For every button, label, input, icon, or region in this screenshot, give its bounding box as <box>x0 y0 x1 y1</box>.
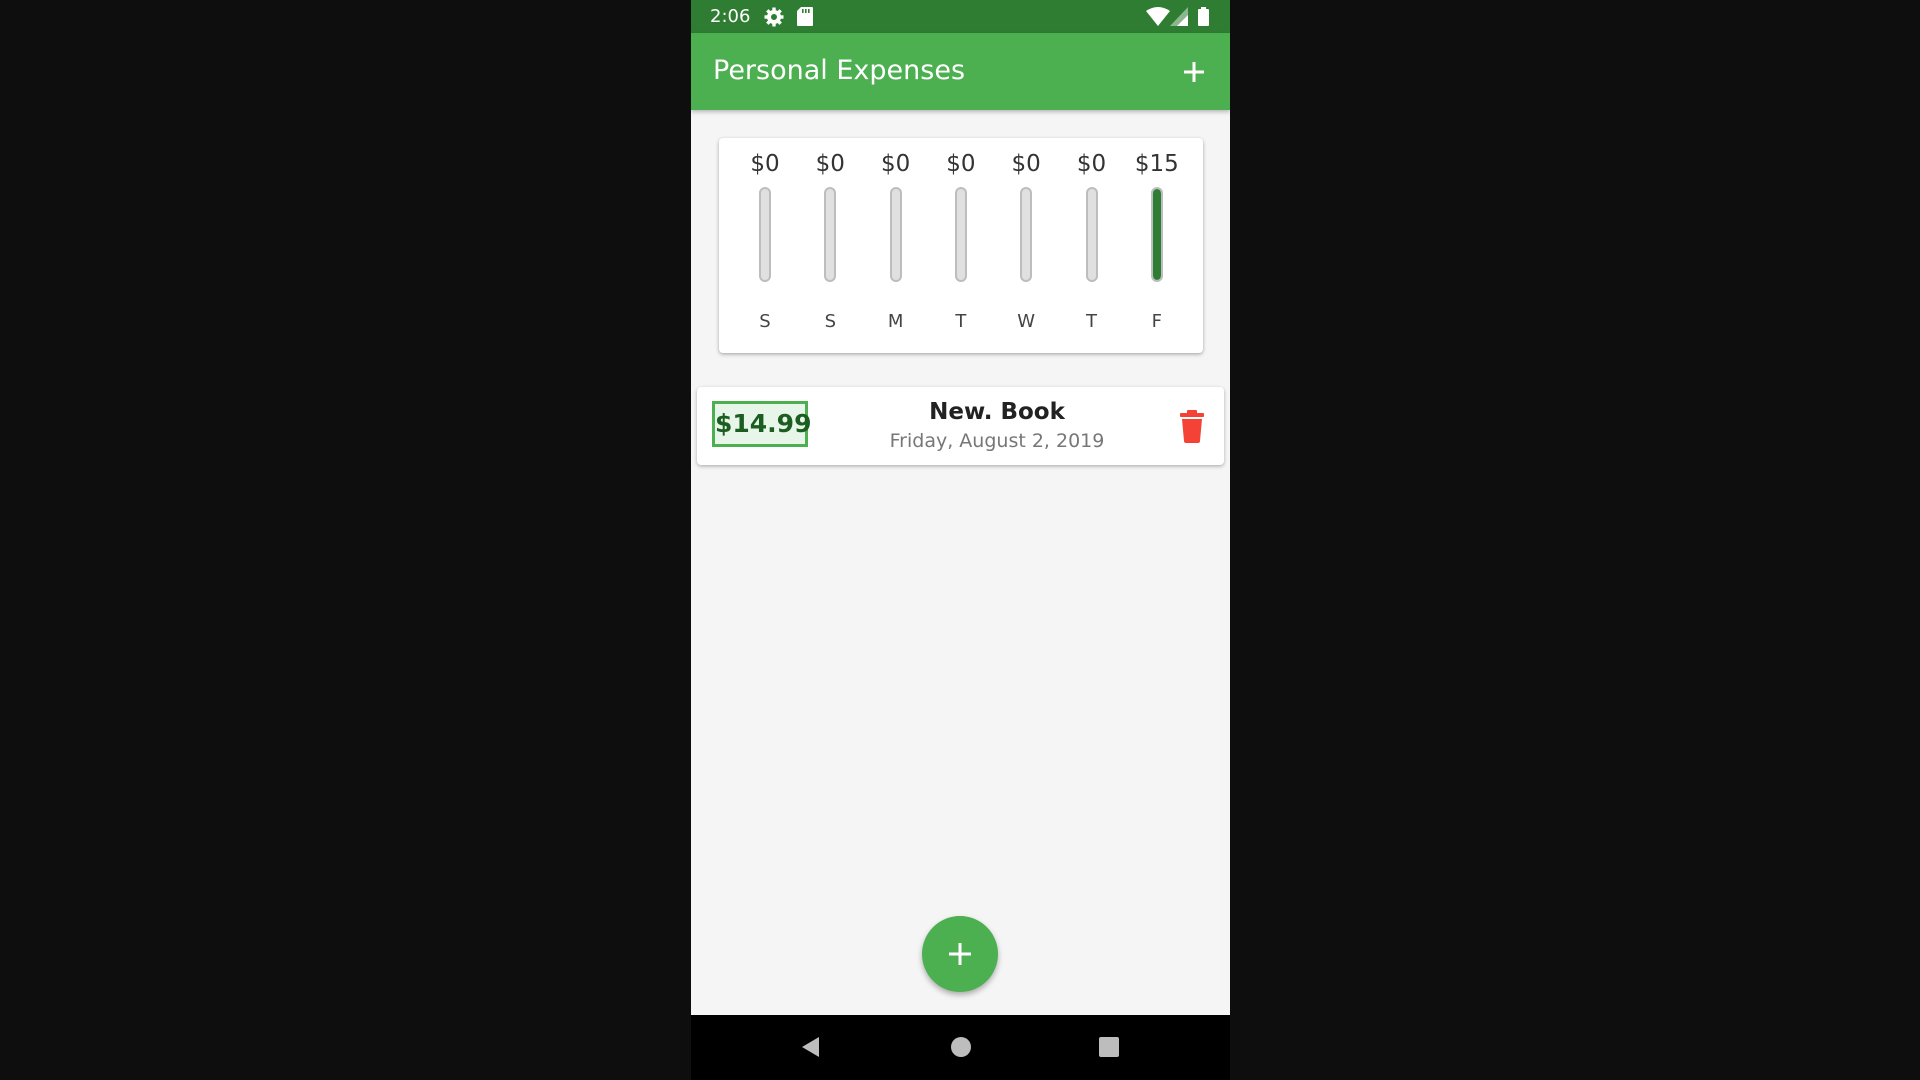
app-title: Personal Expenses <box>713 55 966 86</box>
chart-day-label: T <box>955 311 967 332</box>
wifi-icon <box>1146 7 1170 26</box>
chart-value-label: $0 <box>1011 151 1041 177</box>
gear-icon <box>764 7 784 27</box>
weekly-chart-card: $0 S $0 S $0 M $0 T $0 W $0 T $15 F <box>719 138 1203 353</box>
chart-bar-track <box>1020 187 1033 282</box>
add-transaction-fab[interactable] <box>922 916 998 992</box>
chart-column: $0 T <box>936 150 986 345</box>
chart-column: $0 W <box>1001 150 1051 345</box>
chart-bar-track <box>1150 187 1163 282</box>
chart-day-label: F <box>1151 311 1162 332</box>
transaction-card: $14.99 New. Book Friday, August 2, 2019 <box>697 387 1224 465</box>
recents-icon[interactable] <box>1097 1035 1121 1059</box>
chart-bar-track <box>954 187 967 282</box>
status-bar: 2:06 <box>691 0 1230 33</box>
battery-icon <box>1198 7 1209 26</box>
status-time: 2:06 <box>710 6 751 27</box>
app-bar: Personal Expenses <box>691 33 1230 110</box>
navigation-bar <box>691 1015 1230 1080</box>
chart-value-label: $0 <box>1076 151 1107 177</box>
home-icon[interactable] <box>949 1035 973 1059</box>
chart-column: $0 M <box>871 150 921 345</box>
transaction-amount: $14.99 <box>712 401 811 447</box>
back-icon[interactable] <box>799 1035 823 1059</box>
chart-column: $0 S <box>740 150 790 345</box>
transaction-title: New. Book <box>929 399 1065 425</box>
chart-day-label: T <box>1086 311 1097 332</box>
chart-value-label: $0 <box>815 151 845 177</box>
chart-bar-track <box>824 187 837 282</box>
chart-bar-track <box>1085 187 1098 282</box>
chart-day-label: S <box>759 311 771 332</box>
transaction-date: Friday, August 2, 2019 <box>889 430 1105 452</box>
chart-value-label: $0 <box>750 151 780 177</box>
chart-column: $0 S <box>805 150 855 345</box>
phone-screen: 2:06 Personal Expenses $0 S $0 S $0 M $0… <box>691 0 1230 1080</box>
plus-icon[interactable] <box>1177 55 1211 89</box>
chart-bar <box>1152 189 1161 280</box>
chart-column: $15 F <box>1132 150 1182 345</box>
chart-bar-track <box>759 187 771 282</box>
sd-card-icon <box>797 7 813 26</box>
chart-value-label: $0 <box>880 151 911 177</box>
chart-column: $0 T <box>1067 150 1117 345</box>
signal-icon <box>1170 7 1188 26</box>
chart-value-label: $0 <box>946 151 976 177</box>
chart-day-label: M <box>887 311 904 332</box>
plus-icon <box>949 943 971 965</box>
chart-value-label: $15 <box>1134 151 1179 177</box>
chart-day-label: W <box>1017 311 1036 332</box>
chart-day-label: S <box>824 311 837 332</box>
trash-icon[interactable] <box>1177 409 1207 443</box>
chart-bar-track <box>889 187 902 282</box>
